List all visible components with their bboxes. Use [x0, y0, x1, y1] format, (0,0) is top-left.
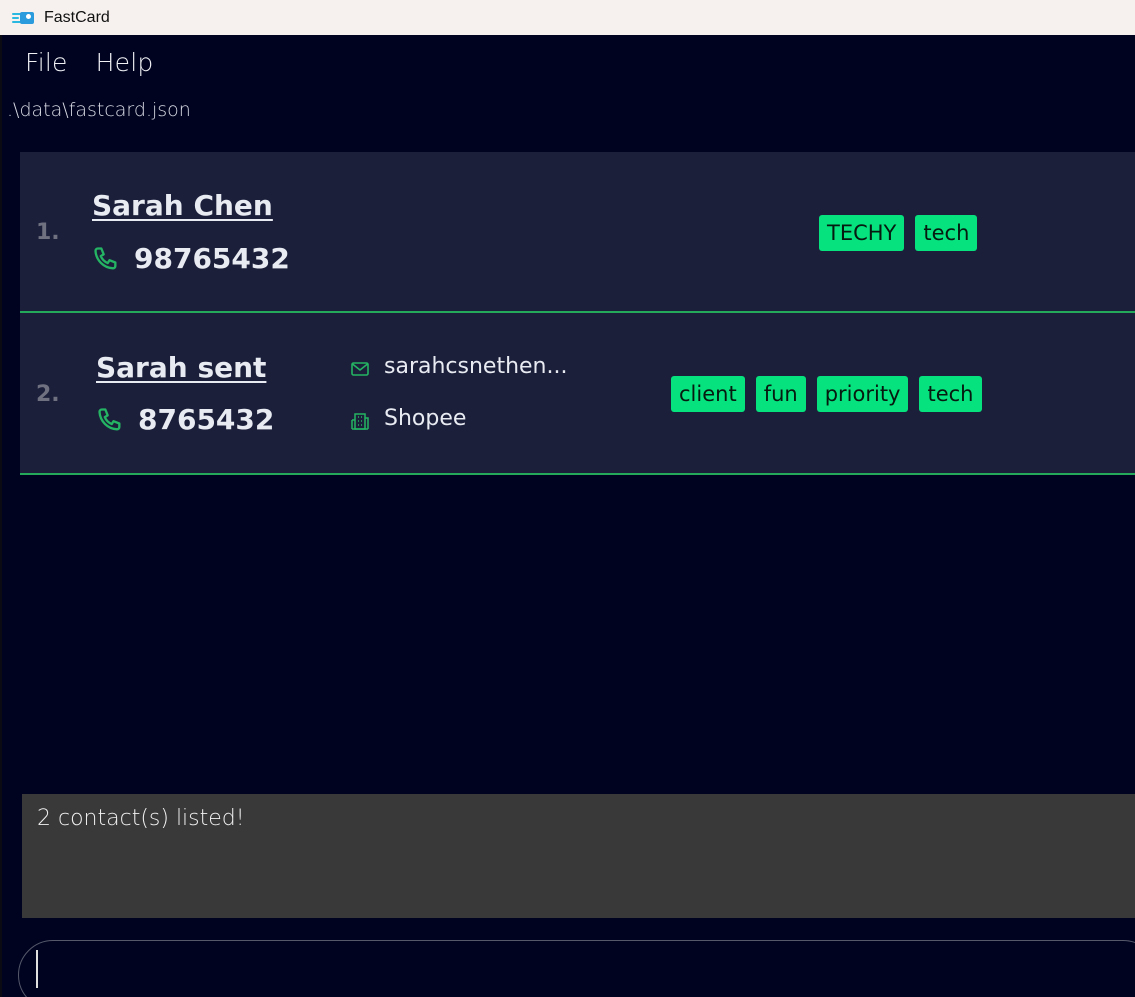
phone-icon: [98, 408, 121, 431]
mail-icon: [351, 362, 369, 376]
text-cursor: [36, 950, 38, 988]
building-icon: [351, 413, 369, 430]
contact-phone: 98765432: [134, 242, 290, 275]
window-title: FastCard: [44, 8, 110, 26]
tag-list: client fun priority tech: [671, 376, 982, 412]
contact-card[interactable]: 1. Sarah Chen 98765432 TECHY tech: [20, 152, 1135, 313]
contact-phone: 8765432: [138, 403, 275, 436]
menu-file[interactable]: File: [25, 48, 68, 77]
tag: TECHY: [819, 215, 905, 251]
contact-index: 2.: [36, 382, 60, 407]
contact-company: Shopee: [384, 406, 467, 431]
contact-card[interactable]: 2. Sarah sent 8765432 sarahcsnethen... S…: [20, 313, 1135, 475]
tag: tech: [915, 215, 978, 251]
tag: client: [671, 376, 745, 412]
command-input[interactable]: [18, 940, 1135, 997]
menu-help[interactable]: Help: [96, 48, 154, 77]
tag: fun: [755, 376, 806, 412]
title-bar: FastCard: [0, 0, 1135, 35]
contact-email: sarahcsnethen...: [384, 354, 568, 379]
contact-card-icon: [12, 11, 34, 25]
contact-index: 1.: [36, 220, 60, 245]
contact-name: Sarah sent: [96, 351, 267, 384]
tag: tech: [919, 376, 982, 412]
tag: priority: [816, 376, 909, 412]
result-message: 2 contact(s) listed!: [37, 806, 245, 831]
contact-name: Sarah Chen: [92, 189, 273, 222]
menu-bar: File Help: [0, 38, 181, 86]
contact-list: 1. Sarah Chen 98765432 TECHY tech 2. Sar…: [20, 152, 1135, 475]
tag-list: TECHY tech: [819, 215, 978, 251]
result-display: 2 contact(s) listed!: [22, 794, 1135, 918]
phone-icon: [94, 247, 117, 270]
window-border: [0, 35, 2, 997]
file-path: .\data\fastcard.json: [7, 99, 191, 121]
